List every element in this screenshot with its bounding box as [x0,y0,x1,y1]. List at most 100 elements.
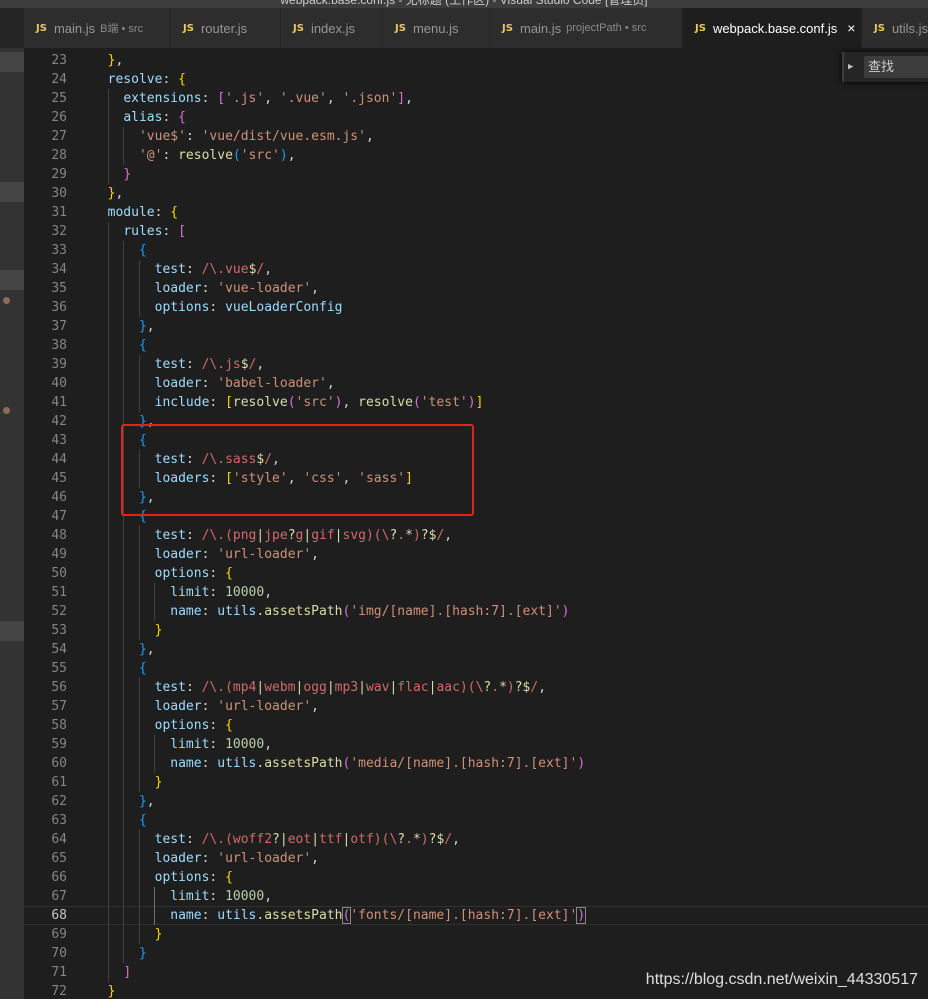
code-line[interactable]: 70 } [24,944,928,963]
code-line[interactable]: 54 }, [24,640,928,659]
code-line[interactable]: 37 }, [24,317,928,336]
line-text: options: { [154,718,233,733]
tab-router-js[interactable]: JS router.js [171,8,281,48]
line-text: module: { [107,205,179,220]
tab-main-js[interactable]: JS main.js B端 • src [24,8,171,48]
code-line[interactable]: 41 include: [resolve('src'), resolve('te… [24,393,928,412]
code-line[interactable]: 26 alias: { [24,108,928,127]
activity-bar-item[interactable] [0,52,24,72]
code-line[interactable]: 56 test: /\.(mp4|webm|ogg|mp3|wav|flac|a… [24,678,928,697]
tab-index-js[interactable]: JS index.js [281,8,383,48]
line-text: } [154,775,163,790]
tab-description: projectPath • src [566,22,647,34]
line-text: } [154,623,163,638]
code-line[interactable]: 38 { [24,336,928,355]
code-line[interactable]: 60 name: utils.assetsPath('media/[name].… [24,754,928,773]
code-line[interactable]: 67 limit: 10000, [24,887,928,906]
code-line[interactable]: 51 limit: 10000, [24,583,928,602]
line-text: options: { [154,566,233,581]
code-line[interactable]: 25 extensions: ['.js', '.vue', '.json'], [24,89,928,108]
breakpoint-dot-icon [3,297,10,304]
line-number: 60 [51,756,67,771]
line-number: 56 [51,680,67,695]
line-number: 46 [51,490,67,505]
code-line[interactable]: 65 loader: 'url-loader', [24,849,928,868]
code-line[interactable]: 27 'vue$': 'vue/dist/vue.esm.js', [24,127,928,146]
tab-menu-js[interactable]: JS menu.js [383,8,490,48]
code-line[interactable]: 35 loader: 'vue-loader', [24,279,928,298]
code-line[interactable]: 32 rules: [ [24,222,928,241]
code-line[interactable]: 68 name: utils.assetsPath('fonts/[name].… [24,906,928,925]
js-file-icon: JS [293,22,304,34]
code-line[interactable]: 36 options: vueLoaderConfig [24,298,928,317]
line-number: 72 [51,984,67,999]
code-line[interactable]: 40 loader: 'babel-loader', [24,374,928,393]
line-text: }, [107,53,124,68]
code-line[interactable]: 39 test: /\.js$/, [24,355,928,374]
code-line[interactable]: 52 name: utils.assetsPath('img/[name].[h… [24,602,928,621]
close-icon[interactable]: × [847,20,855,36]
tab-main-js[interactable]: JS main.js projectPath • src [490,8,683,48]
code-line[interactable]: 44 test: /\.sass$/, [24,450,928,469]
code-line[interactable]: 43 { [24,431,928,450]
code-line[interactable]: 59 limit: 10000, [24,735,928,754]
code-line[interactable]: 34 test: /\.vue$/, [24,260,928,279]
activity-bar-item[interactable] [0,270,24,290]
code-line[interactable]: 48 test: /\.(png|jpe?g|gif|svg)(\?.*)?$/… [24,526,928,545]
line-number: 29 [51,167,67,182]
line-number: 53 [51,623,67,638]
line-text: name: utils.assetsPath('img/[name].[hash… [170,604,570,619]
find-input[interactable] [864,56,928,78]
code-line[interactable]: 42 }, [24,412,928,431]
line-number: 58 [51,718,67,733]
line-number: 39 [51,357,67,372]
code-line[interactable]: 55 { [24,659,928,678]
line-number: 69 [51,927,67,942]
line-number: 28 [51,148,67,163]
line-text: 'vue$': 'vue/dist/vue.esm.js', [138,129,374,144]
line-text: loader: 'babel-loader', [154,376,335,391]
code-line[interactable]: 30 }, [24,184,928,203]
code-line[interactable]: 61 } [24,773,928,792]
code-line[interactable]: 69 } [24,925,928,944]
js-file-icon: JS [36,22,47,34]
code-line[interactable]: 24 resolve: { [24,70,928,89]
line-text: { [138,243,147,258]
line-text: }, [107,186,124,201]
line-text: loader: 'vue-loader', [154,281,319,296]
activity-bar-item[interactable] [0,621,24,641]
code-line[interactable]: 46 }, [24,488,928,507]
window-title-bar: webpack.base.conf.js - 无标题 (工作区) - Visua… [0,0,928,8]
line-text: { [138,509,147,524]
line-text: resolve: { [107,72,186,87]
code-line[interactable]: 33 { [24,241,928,260]
code-line[interactable]: 28 '@': resolve('src'), [24,146,928,165]
activity-bar-item[interactable] [0,182,24,202]
tab-webpack-base-conf-js[interactable]: JS webpack.base.conf.js × [683,8,862,48]
line-text: } [138,946,147,961]
find-replace-toggle-icon[interactable]: ▶ [848,60,858,74]
line-number: 67 [51,889,67,904]
code-editor[interactable]: 23 }, 24 resolve: {25 extensions: ['.js',… [24,48,928,999]
line-number: 66 [51,870,67,885]
code-line[interactable]: 31 module: { [24,203,928,222]
code-line[interactable]: 29 } [24,165,928,184]
code-line[interactable]: 58 options: { [24,716,928,735]
code-line[interactable]: 57 loader: 'url-loader', [24,697,928,716]
code-line[interactable]: 50 options: { [24,564,928,583]
code-line[interactable]: 53 } [24,621,928,640]
code-line[interactable]: 63 { [24,811,928,830]
code-line[interactable]: 47 { [24,507,928,526]
code-line[interactable]: 45 loaders: ['style', 'css', 'sass'] [24,469,928,488]
line-text: test: /\.(png|jpe?g|gif|svg)(\?.*)?$/, [154,528,453,543]
code-line[interactable]: 23 }, [24,51,928,70]
line-text: '@': resolve('src'), [138,148,296,163]
line-text: alias: { [123,110,186,125]
code-line[interactable]: 66 options: { [24,868,928,887]
code-line[interactable]: 62 }, [24,792,928,811]
window-title: webpack.base.conf.js - 无标题 (工作区) - Visua… [280,0,648,7]
tab-utils-js[interactable]: JS utils.js [862,8,928,48]
code-line[interactable]: 49 loader: 'url-loader', [24,545,928,564]
js-file-icon: JS [874,22,885,34]
code-line[interactable]: 64 test: /\.(woff2?|eot|ttf|otf)(\?.*)?$… [24,830,928,849]
